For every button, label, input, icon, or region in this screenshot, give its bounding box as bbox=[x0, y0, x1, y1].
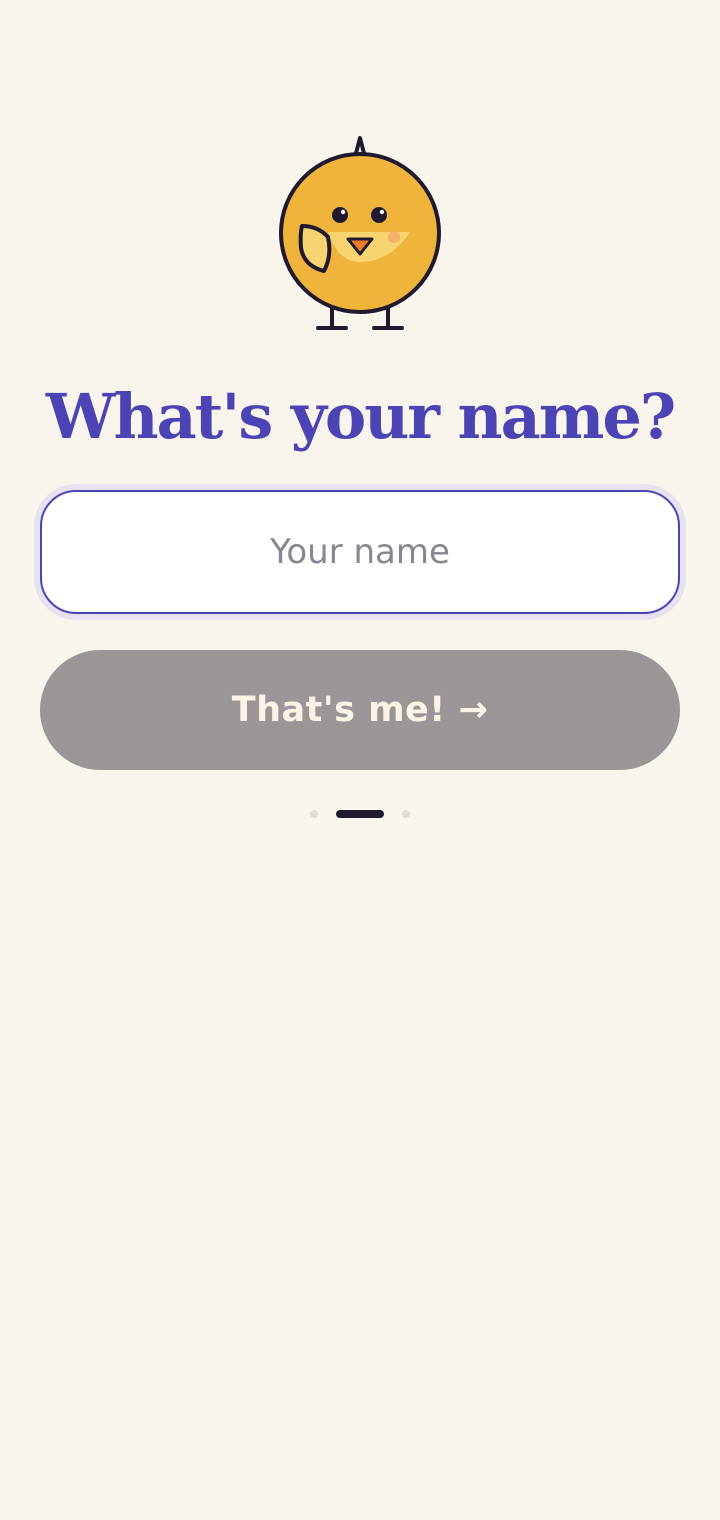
name-input[interactable] bbox=[40, 490, 680, 614]
progress-dot-3 bbox=[402, 810, 410, 818]
chick-mascot-icon bbox=[279, 136, 441, 330]
onboarding-screen: What's your name? That's me! → bbox=[0, 0, 720, 1520]
thats-me-button[interactable]: That's me! → bbox=[40, 650, 680, 770]
progress-dot-1 bbox=[310, 810, 318, 818]
progress-dot-2-active bbox=[336, 810, 384, 818]
progress-dots bbox=[0, 809, 720, 819]
page-title: What's your name? bbox=[45, 380, 676, 453]
